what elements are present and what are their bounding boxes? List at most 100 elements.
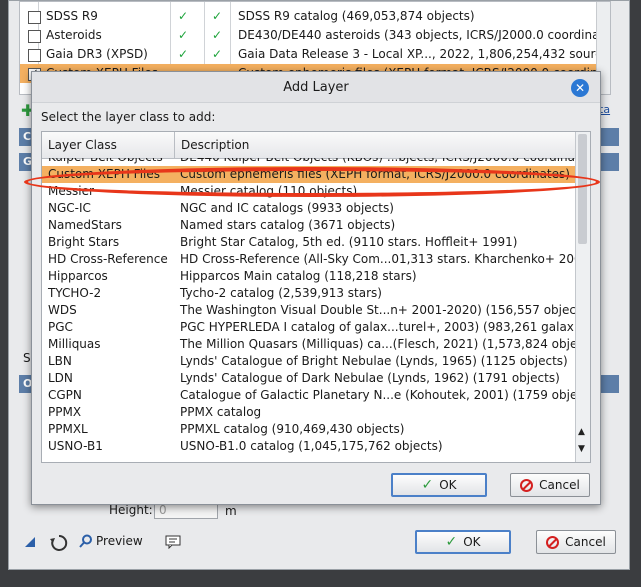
layer-class-row[interactable]: NGC-IC NGC and IC catalogs (9933 objects) bbox=[42, 200, 576, 217]
main-cancel-button[interactable]: Cancel bbox=[536, 530, 616, 554]
layer-class-table: Layer Class Description Kuiper Belt Obje… bbox=[41, 131, 591, 463]
layer-class-description: Lynds' Catalogue of Dark Nebulae (Lynds,… bbox=[180, 371, 560, 385]
corner-triangle-icon[interactable] bbox=[23, 535, 37, 549]
preview-button[interactable]: Preview bbox=[79, 534, 143, 548]
layer-row[interactable]: SDSS R9 ✓ ✓ SDSS R9 catalog (469,053,874… bbox=[20, 7, 610, 26]
layer-class-description: The Washington Visual Double St...n+ 200… bbox=[180, 303, 576, 317]
layer-class-name: HD Cross-Reference bbox=[48, 252, 168, 266]
layer-class-name: Milliquas bbox=[48, 337, 101, 351]
layer-class-description: PPMXL catalog (910,469,430 objects) bbox=[180, 422, 405, 436]
layer-class-description: Catalogue of Galactic Planetary N...e (K… bbox=[180, 388, 576, 402]
reset-icon[interactable] bbox=[49, 533, 69, 553]
layer-class-row[interactable]: Messier Messier catalog (110 objects) bbox=[42, 183, 576, 200]
scroll-down-icon[interactable]: ▼ bbox=[578, 444, 585, 454]
dialog-title: Add Layer bbox=[283, 80, 349, 95]
layer-class-name: PPMXL bbox=[48, 422, 88, 436]
layer-enable-checkbox[interactable] bbox=[28, 11, 41, 24]
layer-class-row[interactable]: Milliquas The Million Quasars (Milliquas)… bbox=[42, 336, 576, 353]
check-mark-icon: ✓ bbox=[178, 47, 189, 61]
layer-class-row-selected[interactable]: Custom XEPH Files Custom ephemeris files … bbox=[42, 166, 576, 183]
layer-row[interactable]: Asteroids ✓ ✓ DE430/DE440 asteroids (343… bbox=[20, 26, 610, 45]
main-ok-button[interactable]: ✓ OK bbox=[415, 530, 511, 554]
layer-class-row[interactable]: LDN Lynds' Catalogue of Dark Nebulae (Lyn… bbox=[42, 370, 576, 387]
layer-description: SDSS R9 catalog (469,053,874 objects) bbox=[238, 9, 475, 23]
dialog-titlebar[interactable]: Add Layer ✕ bbox=[32, 72, 600, 103]
layer-class-row[interactable]: Hipparcos Hipparcos Main catalog (118,218… bbox=[42, 268, 576, 285]
layer-class-row[interactable]: CGPN Catalogue of Galactic Planetary N...… bbox=[42, 387, 576, 404]
layer-class-description: Lynds' Catalogue of Bright Nebulae (Lynd… bbox=[180, 354, 568, 368]
cancel-label: Cancel bbox=[565, 535, 606, 549]
layer-class-description: NGC and IC catalogs (9933 objects) bbox=[180, 201, 394, 215]
layer-class-row[interactable]: HD Cross-Reference HD Cross-Reference (Al… bbox=[42, 251, 576, 268]
layer-name: Asteroids bbox=[46, 28, 102, 42]
layer-class-row[interactable]: Kuiper Belt Objects DE440 Kuiper Belt Obj… bbox=[42, 158, 576, 166]
check-mark-icon: ✓ bbox=[212, 28, 223, 42]
layer-class-name: LDN bbox=[48, 371, 73, 385]
layer-class-row[interactable]: PPMXL PPMXL catalog (910,469,430 objects) bbox=[42, 421, 576, 438]
scroll-up-icon[interactable]: ▲ bbox=[578, 427, 585, 437]
layer-class-description: USNO-B1.0 catalog (1,045,175,762 objects… bbox=[180, 439, 443, 453]
layer-class-description: The Million Quasars (Milliquas) ca...(Fl… bbox=[180, 337, 576, 351]
side-label: S bbox=[23, 351, 31, 365]
layer-class-description: Named stars catalog (3671 objects) bbox=[180, 218, 396, 232]
layer-class-name: CGPN bbox=[48, 388, 82, 402]
layer-class-name: Kuiper Belt Objects bbox=[48, 158, 163, 166]
layer-class-name: PGC bbox=[48, 320, 73, 334]
layer-class-row[interactable]: LBN Lynds' Catalogue of Bright Nebulae (L… bbox=[42, 353, 576, 370]
close-icon[interactable]: ✕ bbox=[571, 79, 589, 97]
preview-label: Preview bbox=[96, 534, 143, 548]
layer-class-row[interactable]: Bright Stars Bright Star Catalog, 5th ed.… bbox=[42, 234, 576, 251]
layer-row[interactable]: Gaia DR3 (XPSD) ✓ ✓ Gaia Data Release 3 … bbox=[20, 45, 610, 64]
cancel-icon bbox=[520, 478, 534, 492]
layer-class-row[interactable]: NamedStars Named stars catalog (3671 obje… bbox=[42, 217, 576, 234]
layer-description: DE430/DE440 asteroids (343 objects, ICRS… bbox=[238, 28, 611, 42]
layer-class-name: WDS bbox=[48, 303, 77, 317]
dialog-ok-button[interactable]: ✓ OK bbox=[391, 473, 487, 497]
layer-class-description: Tycho-2 catalog (2,539,913 stars) bbox=[180, 286, 382, 300]
cancel-icon bbox=[546, 535, 560, 549]
layer-class-name: LBN bbox=[48, 354, 72, 368]
layer-enable-checkbox[interactable] bbox=[28, 30, 41, 43]
check-icon: ✓ bbox=[421, 477, 434, 493]
layer-class-row[interactable]: WDS The Washington Visual Double St...n+ … bbox=[42, 302, 576, 319]
layer-class-name: Bright Stars bbox=[48, 235, 120, 249]
ok-label: OK bbox=[439, 478, 457, 492]
layer-class-name: NGC-IC bbox=[48, 201, 91, 215]
height-unit: m bbox=[225, 504, 237, 518]
dialog-cancel-button[interactable]: Cancel bbox=[510, 473, 590, 497]
layer-class-description: Messier catalog (110 objects) bbox=[180, 184, 358, 198]
layer-class-row[interactable]: TYCHO-2 Tycho-2 catalog (2,539,913 stars) bbox=[42, 285, 576, 302]
height-label: Height: bbox=[109, 503, 153, 517]
table-scrollbar[interactable]: ▲ ▼ bbox=[575, 132, 590, 462]
layer-class-name: Hipparcos bbox=[48, 269, 108, 283]
table-body: Kuiper Belt Objects DE440 Kuiper Belt Obj… bbox=[42, 158, 576, 462]
layer-class-description: Bright Star Catalog, 5th ed. (9110 stars… bbox=[180, 235, 518, 249]
layer-class-row[interactable]: PPMX PPMX catalog bbox=[42, 404, 576, 421]
layer-class-description: Hipparcos Main catalog (118,218 stars) bbox=[180, 269, 417, 283]
comment-icon[interactable] bbox=[165, 535, 181, 550]
layer-class-name: Custom XEPH Files bbox=[48, 167, 160, 181]
table-header: Layer Class Description bbox=[42, 132, 576, 159]
layer-class-name: NamedStars bbox=[48, 218, 122, 232]
check-mark-icon: ✓ bbox=[178, 9, 189, 23]
layer-enable-checkbox[interactable] bbox=[28, 49, 41, 62]
layer-class-name: USNO-B1 bbox=[48, 439, 103, 453]
cancel-label: Cancel bbox=[539, 478, 580, 492]
layer-class-name: Messier bbox=[48, 184, 94, 198]
layer-class-description: PPMX catalog bbox=[180, 405, 262, 419]
layer-class-row[interactable]: USNO-B1 USNO-B1.0 catalog (1,045,175,762 … bbox=[42, 438, 576, 455]
layer-class-description: DE440 Kuiper Belt Objects (KBOs) ...bjec… bbox=[180, 158, 576, 166]
scrollbar-thumb[interactable] bbox=[578, 134, 587, 244]
dialog-prompt: Select the layer class to add: bbox=[41, 110, 216, 124]
layer-class-row[interactable]: PGC PGC HYPERLEDA I catalog of galax...tu… bbox=[42, 319, 576, 336]
ok-label: OK bbox=[463, 535, 481, 549]
check-mark-icon: ✓ bbox=[178, 28, 189, 42]
layer-class-name: TYCHO-2 bbox=[48, 286, 102, 300]
layer-class-description: Custom ephemeris files (XEPH format, ICR… bbox=[180, 167, 570, 181]
check-icon: ✓ bbox=[445, 534, 458, 550]
column-header-layer-class[interactable]: Layer Class bbox=[42, 132, 175, 158]
add-layer-dialog: Add Layer ✕ Select the layer class to ad… bbox=[31, 71, 601, 505]
layer-name: SDSS R9 bbox=[46, 9, 98, 23]
check-mark-icon: ✓ bbox=[212, 9, 223, 23]
column-header-description[interactable]: Description bbox=[175, 132, 576, 158]
